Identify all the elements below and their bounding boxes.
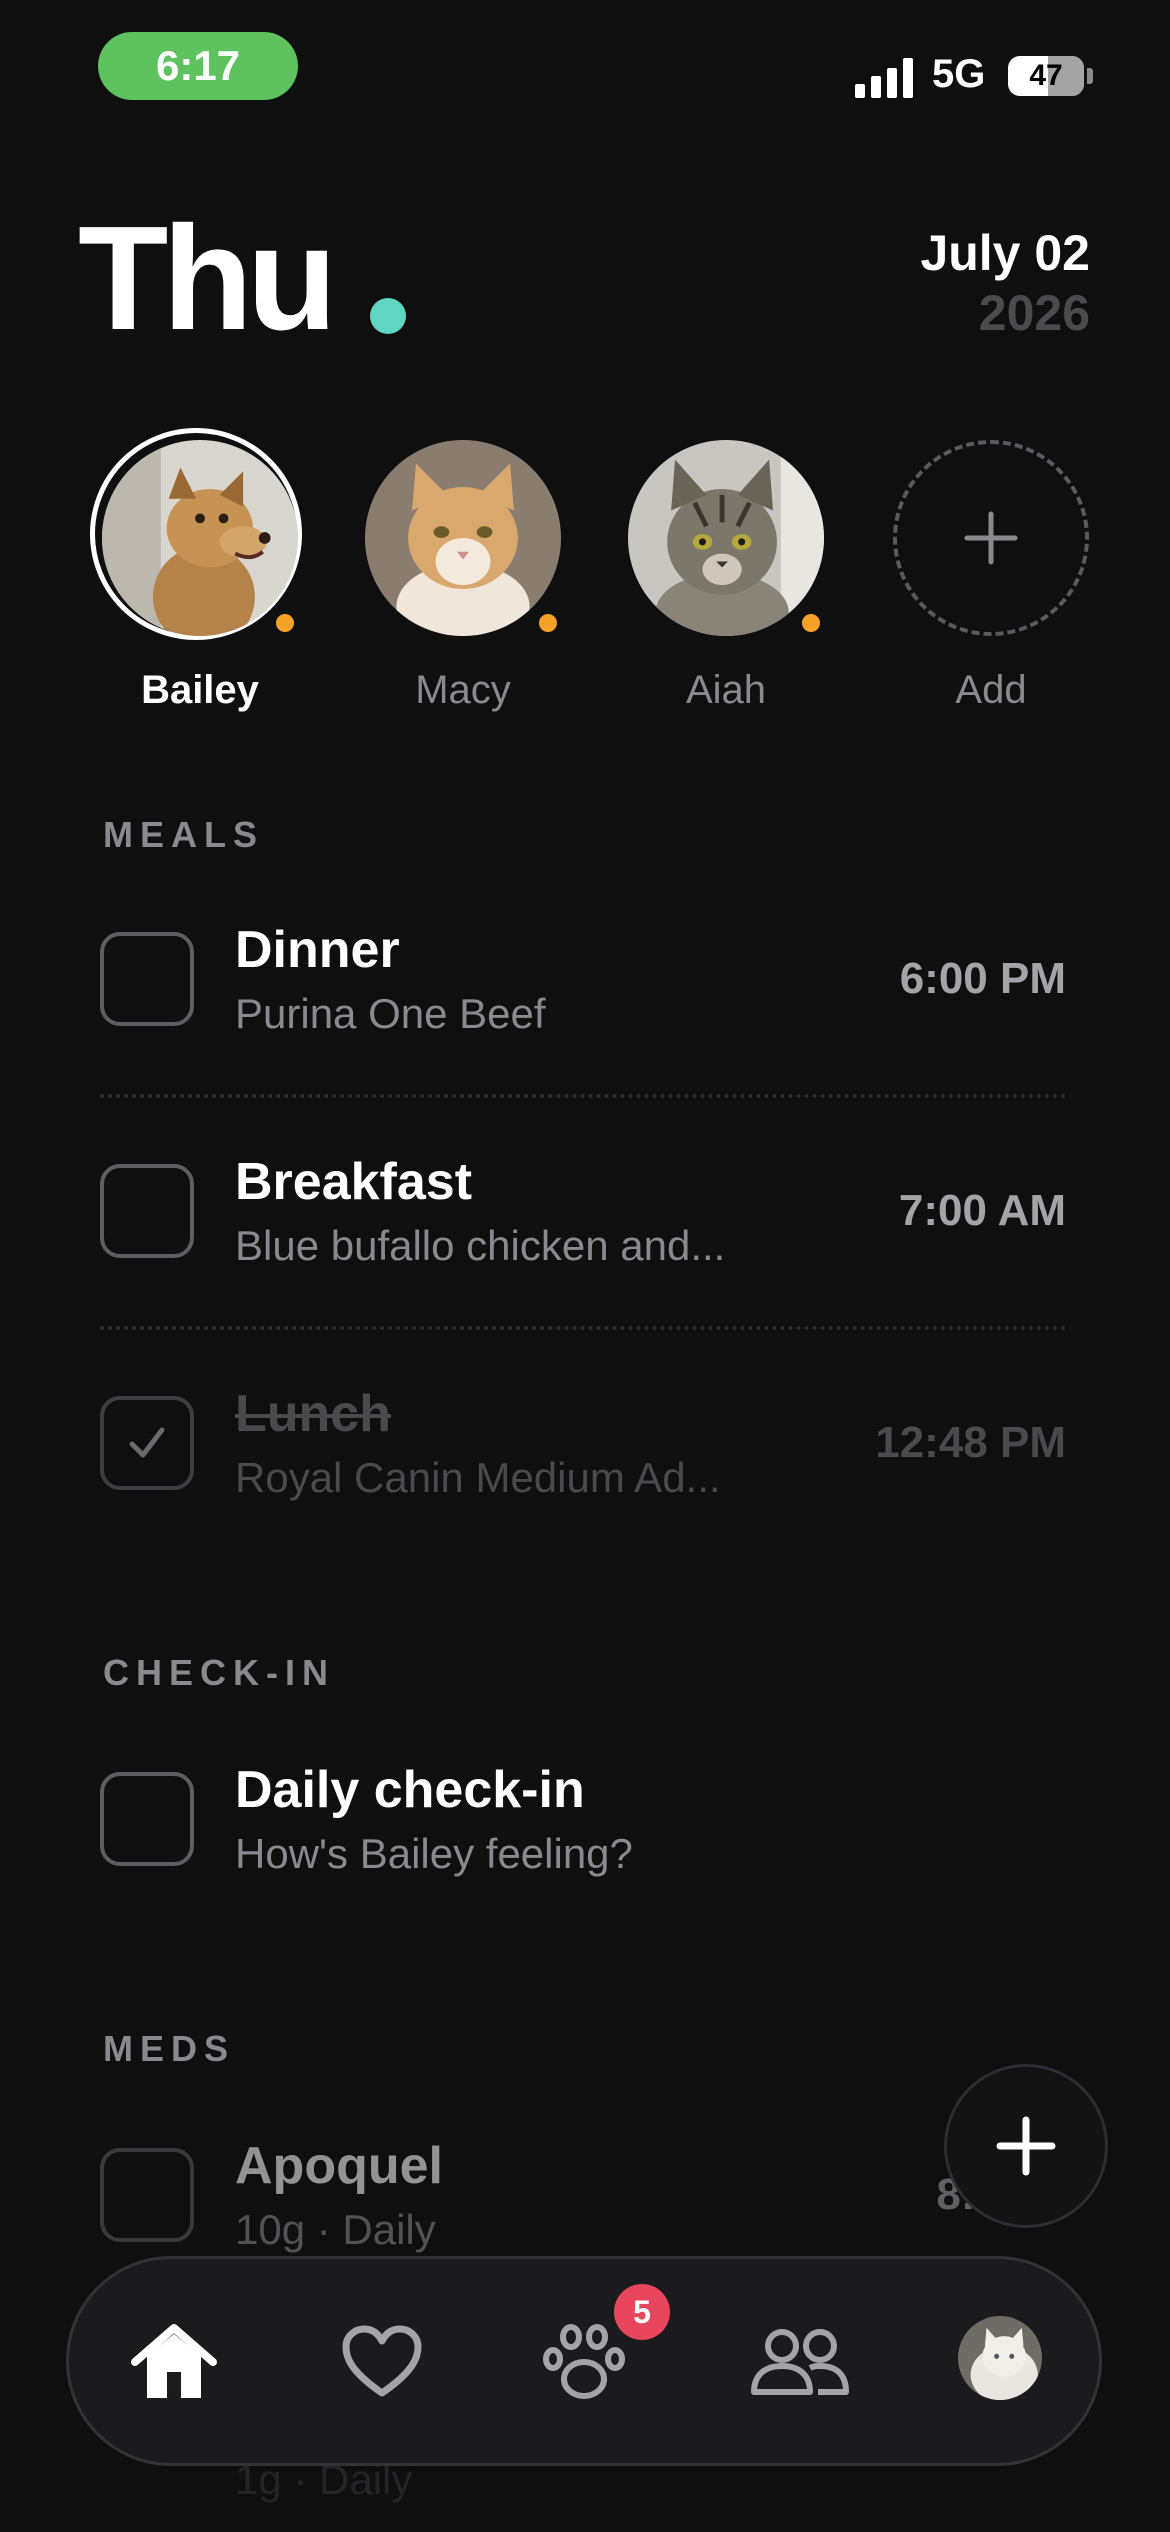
status-bar: 6:17 5G 47	[0, 0, 1170, 130]
pet-avatar-macy	[365, 440, 561, 636]
add-button[interactable]	[944, 2064, 1108, 2228]
section-meds: MEDS	[103, 2028, 236, 2069]
checkbox-checked[interactable]	[100, 1396, 194, 1490]
tab-pets[interactable]	[539, 2317, 629, 2407]
task-daily-checkin[interactable]: Daily check-in How's Bailey feeling?	[100, 1760, 1066, 1880]
task-time: 12:48 PM	[875, 1418, 1066, 1467]
checkmark-icon	[129, 1427, 165, 1458]
task-subtitle: 10g · Daily	[235, 2206, 436, 2253]
pet-avatar-aiah	[628, 440, 824, 636]
pet-avatar-bailey	[102, 440, 298, 636]
network-type: 5G	[932, 52, 986, 96]
divider	[100, 1094, 1066, 1098]
day-title: Thu	[78, 196, 337, 361]
task-title: Breakfast	[235, 1153, 473, 1211]
status-dot	[272, 610, 298, 636]
checkbox[interactable]	[100, 1772, 194, 1866]
task-dinner[interactable]: Dinner Purina One Beef 6:00 PM	[100, 920, 1066, 1040]
section-checkin: CHECK-IN	[103, 1652, 335, 1693]
tab-bar	[66, 2256, 1102, 2466]
task-time: 6:00 PM	[899, 954, 1066, 1003]
date-month-day: July 02	[920, 225, 1090, 281]
pet-name: Aiah	[685, 668, 767, 712]
task-breakfast[interactable]: Breakfast Blue bufallo chicken and... 7:…	[100, 1152, 1066, 1272]
task-subtitle: Blue bufallo chicken and...	[235, 1222, 726, 1269]
plus-icon	[996, 2116, 1056, 2176]
task-title: Apoquel	[235, 2137, 443, 2195]
battery-icon: 47	[1008, 56, 1084, 96]
home-icon	[131, 2324, 217, 2398]
add-pet-circle	[893, 440, 1089, 636]
plus-icon	[964, 511, 1018, 565]
task-subtitle: Purina One Beef	[235, 990, 546, 1037]
status-time: 6:17	[98, 32, 298, 100]
pet-name: Add	[955, 668, 1027, 712]
tab-favorites[interactable]	[337, 2317, 427, 2407]
pet-name: Macy	[415, 668, 511, 712]
section-meals: MEALS	[103, 814, 264, 855]
date-year: 2026	[978, 285, 1090, 341]
tab-people[interactable]	[745, 2317, 855, 2407]
people-icon	[751, 2329, 849, 2395]
pet-name: Bailey	[141, 668, 259, 712]
task-title: Dinner	[235, 921, 400, 979]
divider	[100, 1326, 1066, 1330]
notification-badge: 5	[614, 2284, 670, 2340]
task-subtitle: How's Bailey feeling?	[235, 1830, 633, 1877]
task-title: Lunch	[235, 1385, 391, 1443]
tab-home[interactable]	[129, 2317, 219, 2407]
checkbox[interactable]	[100, 2148, 194, 2242]
status-dot	[798, 610, 824, 636]
task-time: 7:00 AM	[898, 1186, 1066, 1235]
paw-icon	[543, 2324, 625, 2399]
task-lunch[interactable]: Lunch Royal Canin Medium Ad... 12:48 PM	[100, 1384, 1066, 1504]
checkbox[interactable]	[100, 1164, 194, 1258]
profile-avatar[interactable]	[958, 2316, 1042, 2400]
status-dot	[535, 610, 561, 636]
accent-dot	[370, 298, 406, 334]
battery-level: 47	[1029, 59, 1063, 92]
task-apoquel[interactable]: Apoquel 10g · Daily 8:0	[100, 2136, 1066, 2256]
battery-cap	[1087, 68, 1093, 84]
signal-icon	[855, 58, 915, 98]
avatar-icon	[958, 2316, 1042, 2400]
task-subtitle: Royal Canin Medium Ad...	[235, 1454, 721, 1501]
task-title: Daily check-in	[235, 1761, 585, 1819]
checkbox[interactable]	[100, 932, 194, 1026]
heart-icon	[342, 2325, 422, 2397]
